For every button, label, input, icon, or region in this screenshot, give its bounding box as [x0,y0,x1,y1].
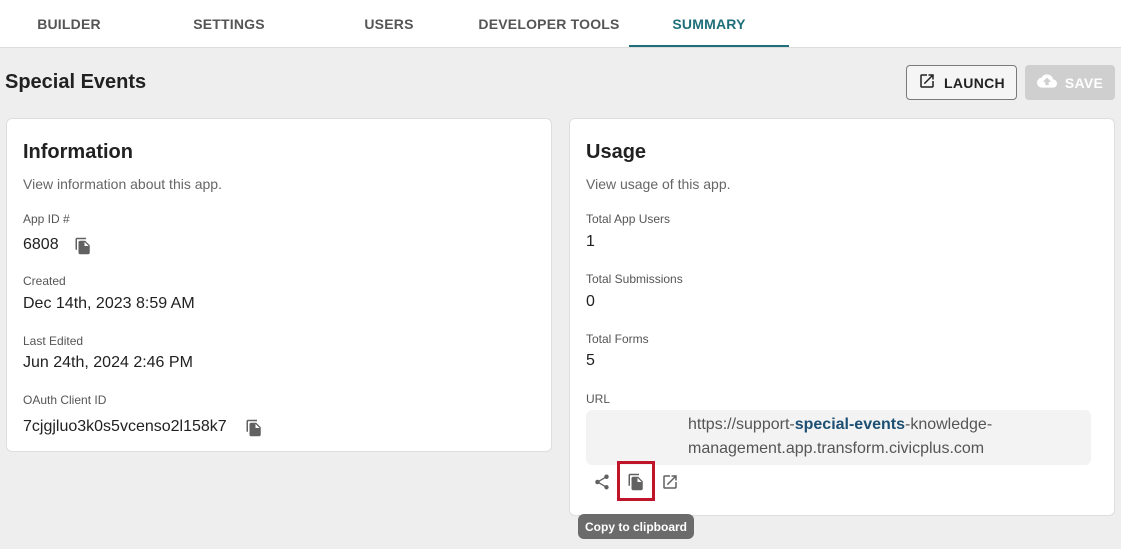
total-submissions-value: 0 [586,293,595,310]
save-button[interactable]: SAVE [1025,65,1115,100]
total-forms-label: Total Forms [586,332,649,346]
save-label: SAVE [1064,74,1104,91]
url-prefix: https://support- [688,416,795,433]
usage-title: Usage [586,141,647,163]
oauth-client-id-value: 7cjgjluo3k0s5vcenso2l158k7 [23,418,227,435]
oauth-client-id-label: OAuth Client ID [23,393,107,407]
open-in-new-icon [918,72,936,93]
url-highlight: special-events [794,416,905,433]
app-id-value: 6808 [23,236,59,253]
created-value: Dec 14th, 2023 8:59 AM [23,295,195,312]
total-app-users-label: Total App Users [586,212,671,226]
total-submissions-label: Total Submissions [586,272,683,286]
information-title: Information [23,141,133,163]
total-forms-value: 5 [586,352,595,369]
usage-card: Usage View usage of this app. Total App … [569,118,1115,516]
tab-settings[interactable]: SETTINGS [149,0,309,47]
share-icon[interactable] [592,472,612,492]
url-box: https://support-special-events-knowledge… [586,410,1091,465]
app-url[interactable]: https://support-special-events-knowledge… [688,413,1008,461]
active-tab-indicator [629,45,789,47]
tab-summary[interactable]: SUMMARY [629,0,789,47]
tab-users[interactable]: USERS [309,0,469,47]
usage-subtitle: View usage of this app. [586,176,731,192]
last-edited-label: Last Edited [23,334,84,348]
total-app-users-value: 1 [586,233,595,250]
created-label: Created [23,274,66,288]
information-card: Information View information about this … [6,118,552,452]
copy-oauth-id-icon[interactable] [245,419,263,437]
tab-developer-tools[interactable]: DEVELOPER TOOLS [469,0,629,47]
information-subtitle: View information about this app. [23,176,222,192]
copy-url-highlight-box [617,461,655,501]
url-label: URL [586,392,611,406]
launch-button[interactable]: LAUNCH [906,65,1017,100]
last-edited-value: Jun 24th, 2024 2:46 PM [23,354,193,371]
cloud-upload-icon [1036,71,1057,94]
tab-builder[interactable]: BUILDER [0,0,149,47]
open-in-new-icon[interactable] [660,472,680,492]
page-title: Special Events [5,71,147,93]
tab-bar: BUILDER SETTINGS USERS DEVELOPER TOOLS S… [0,0,1121,48]
copy-tooltip: Copy to clipboard [578,514,694,539]
launch-label: LAUNCH [944,74,1005,91]
app-id-label: App ID # [23,212,70,226]
copy-app-id-icon[interactable] [74,237,92,255]
